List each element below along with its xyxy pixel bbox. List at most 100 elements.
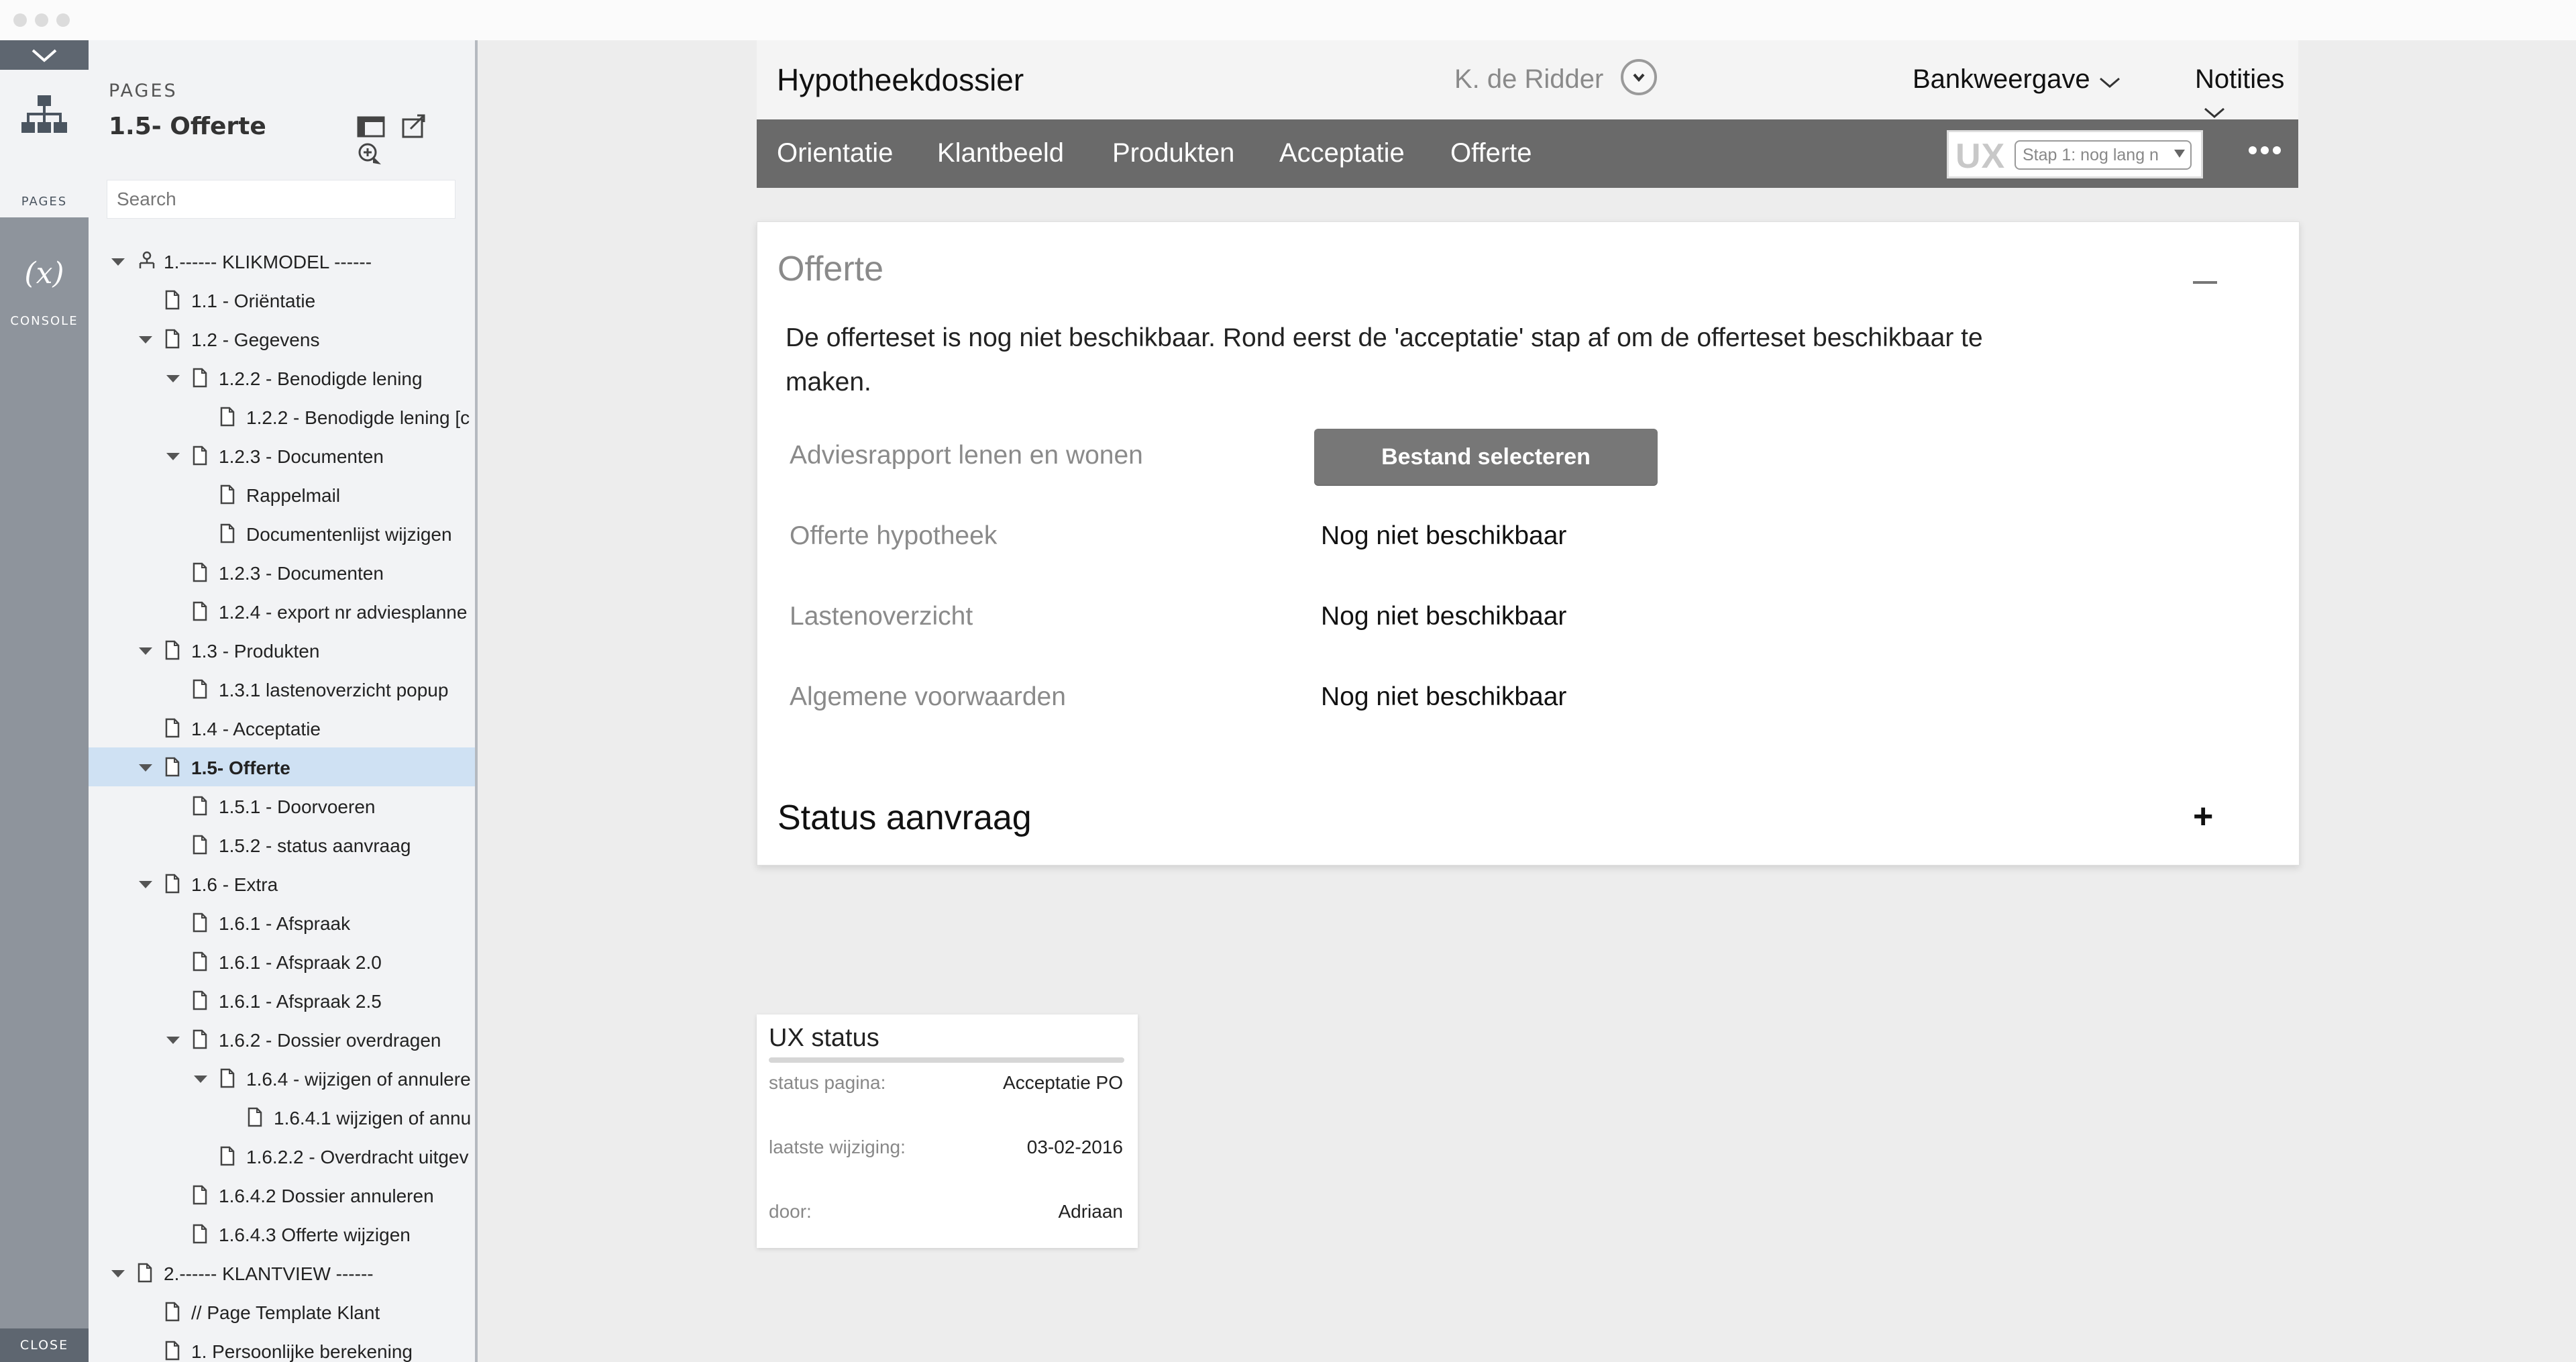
document-status: Nog niet beschikbaar: [1321, 682, 1567, 711]
document-label: Algemene voorwaarden: [790, 682, 1066, 711]
tree-item[interactable]: 1.2.3 - Documenten: [89, 436, 475, 475]
tree-item[interactable]: 1.2 - Gegevens: [89, 319, 475, 358]
page-icon: [164, 718, 180, 743]
expand-arrow-icon[interactable]: [139, 647, 152, 655]
rail-console-label: CONSOLE: [10, 314, 78, 328]
tree-item[interactable]: 2.------ KLANTVIEW ------: [89, 1253, 475, 1292]
select-file-button[interactable]: Bestand selecteren: [1314, 429, 1658, 485]
ux-step-widget: UX Stap 1: nog lang n: [1947, 130, 2203, 178]
bankweergave-dropdown[interactable]: Bankweergave: [1913, 64, 2121, 96]
rail-close-button[interactable]: CLOSE: [0, 1328, 89, 1362]
ux-step-value: Stap 1: nog lang n: [2023, 146, 2159, 164]
nav-tab-orientatie[interactable]: Orientatie: [777, 138, 893, 168]
collapse-icon[interactable]: [2193, 281, 2217, 284]
tree-item-label: 1.4 - Acceptatie: [191, 719, 321, 739]
page-icon: [219, 523, 235, 548]
tree-item[interactable]: 1.3.1 lastenoverzicht popup: [89, 670, 475, 709]
document-label: Offerte hypotheek: [790, 521, 998, 550]
document-label: Lastenoverzicht: [790, 602, 973, 631]
expand-arrow-icon[interactable]: [166, 375, 180, 382]
tree-item[interactable]: 1.2.4 - export nr adviesplanne: [89, 592, 475, 631]
nav-tab-produkten[interactable]: Produkten: [1112, 138, 1234, 168]
tree-item[interactable]: 1. Persoonlijke berekening: [89, 1331, 475, 1362]
chevron-down-icon: [2098, 66, 2121, 96]
notities-dropdown[interactable]: Notities: [2195, 64, 2298, 126]
expand-arrow-icon[interactable]: [139, 881, 152, 888]
nav-tab-klantbeeld[interactable]: Klantbeeld: [937, 138, 1064, 168]
page-icon: [192, 990, 208, 1015]
add-page-icon[interactable]: [357, 115, 385, 141]
page-icon: [192, 912, 208, 937]
ux-status-label: door:: [769, 1201, 812, 1222]
expand-arrow-icon[interactable]: [194, 1076, 207, 1083]
page-search-input[interactable]: [107, 180, 455, 219]
tree-item[interactable]: Documentenlijst wijzigen: [89, 514, 475, 553]
pages-panel-heading: PAGES: [109, 81, 178, 101]
nav-tab-acceptatie[interactable]: Acceptatie: [1279, 138, 1405, 168]
page-icon: [164, 1341, 180, 1362]
tree-item[interactable]: 1.2.2 - Benodigde lening [c: [89, 397, 475, 436]
tree-item-label: // Page Template Klant: [191, 1302, 380, 1323]
tree-item[interactable]: 1.6.1 - Afspraak 2.0: [89, 942, 475, 981]
tree-item[interactable]: 1.6.1 - Afspraak 2.5: [89, 981, 475, 1020]
nav-tab-offerte[interactable]: Offerte: [1450, 138, 1532, 168]
rail-pages-tab[interactable]: PAGES: [0, 70, 89, 217]
rail-collapse-toggle[interactable]: [0, 40, 89, 70]
ux-status-card: UX status status pagina: Acceptatie PO l…: [757, 1014, 1138, 1248]
tree-item[interactable]: 1.3 - Produkten: [89, 631, 475, 670]
tree-item[interactable]: // Page Template Klant: [89, 1292, 475, 1331]
tree-item-label: 1.2.4 - export nr adviesplanne: [219, 602, 468, 623]
ux-logo: UX: [1955, 137, 2006, 176]
ux-status-value: Adriaan: [1058, 1201, 1123, 1222]
tree-item[interactable]: 1.6.4.3 Offerte wijzigen: [89, 1214, 475, 1253]
window-titlebar: [0, 0, 2576, 41]
add-folder-icon[interactable]: [401, 114, 427, 142]
expand-icon[interactable]: +: [2193, 796, 2213, 837]
rail-pages-label: PAGES: [21, 195, 68, 209]
expand-arrow-icon[interactable]: [166, 453, 180, 460]
tree-item[interactable]: 1.6 - Extra: [89, 864, 475, 903]
tree-item[interactable]: 1.1 - Oriëntatie: [89, 280, 475, 319]
tree-item-label: 1.6.4.3 Offerte wijzigen: [219, 1224, 411, 1245]
expand-arrow-icon[interactable]: [111, 258, 125, 266]
expand-arrow-icon[interactable]: [139, 764, 152, 772]
tree-item[interactable]: 1.5.1 - Doorvoeren: [89, 786, 475, 825]
sitemap-icon: [21, 95, 67, 133]
tree-item-label: 1.6.4 - wijzigen of annulere: [246, 1069, 471, 1090]
tree-item[interactable]: 1.4 - Acceptatie: [89, 709, 475, 747]
tree-item-label: 1.2 - Gegevens: [191, 329, 320, 350]
tree-item[interactable]: Rappelmail: [89, 475, 475, 514]
tree-item-label: 1.6.4.2 Dossier annuleren: [219, 1186, 434, 1206]
add-master-icon[interactable]: [357, 142, 382, 169]
tree-item[interactable]: 1.6.1 - Afspraak: [89, 903, 475, 942]
tree-item[interactable]: 1.6.2.2 - Overdracht uitgev: [89, 1137, 475, 1175]
expand-arrow-icon[interactable]: [166, 1037, 180, 1044]
tree-item[interactable]: 1.2.2 - Benodigde lening: [89, 358, 475, 397]
page-icon: [164, 640, 180, 665]
rail-console-tab[interactable]: (x) CONSOLE: [0, 221, 89, 328]
tree-item[interactable]: 1.6.4 - wijzigen of annulere: [89, 1059, 475, 1098]
window-close-dot[interactable]: [13, 13, 27, 27]
tree-item[interactable]: 1.6.4.1 wijzigen of annu: [89, 1098, 475, 1137]
document-label: Adviesrapport lenen en wonen: [790, 441, 1143, 470]
window-zoom-dot[interactable]: [56, 13, 70, 27]
tree-item-label: 1. Persoonlijke berekening: [191, 1341, 413, 1362]
tree-item-label: 1.5.1 - Doorvoeren: [219, 796, 376, 817]
ux-step-select[interactable]: Stap 1: nog lang n: [2015, 140, 2192, 170]
tree-item[interactable]: 1.------ KLIKMODEL ------: [89, 242, 475, 280]
window-minimize-dot[interactable]: [35, 13, 48, 27]
offerte-panel-title: Offerte: [777, 250, 884, 289]
page-icon: [192, 1029, 208, 1054]
user-menu-button[interactable]: [1621, 59, 1657, 95]
expand-arrow-icon[interactable]: [111, 1270, 125, 1277]
more-options-icon[interactable]: [2249, 146, 2281, 160]
tree-item[interactable]: 1.5.2 - status aanvraag: [89, 825, 475, 864]
status-aanvraag-title[interactable]: Status aanvraag: [777, 798, 1032, 838]
tree-item[interactable]: 1.6.2 - Dossier overdragen: [89, 1020, 475, 1059]
expand-arrow-icon[interactable]: [139, 336, 152, 344]
tree-item[interactable]: 1.5- Offerte: [89, 747, 475, 786]
app-header: Hypotheekdossier K. de Ridder Bankweerga…: [757, 40, 2298, 120]
tree-item[interactable]: 1.2.3 - Documenten: [89, 553, 475, 592]
tree-item[interactable]: 1.6.4.2 Dossier annuleren: [89, 1175, 475, 1214]
page-icon: [192, 796, 208, 821]
